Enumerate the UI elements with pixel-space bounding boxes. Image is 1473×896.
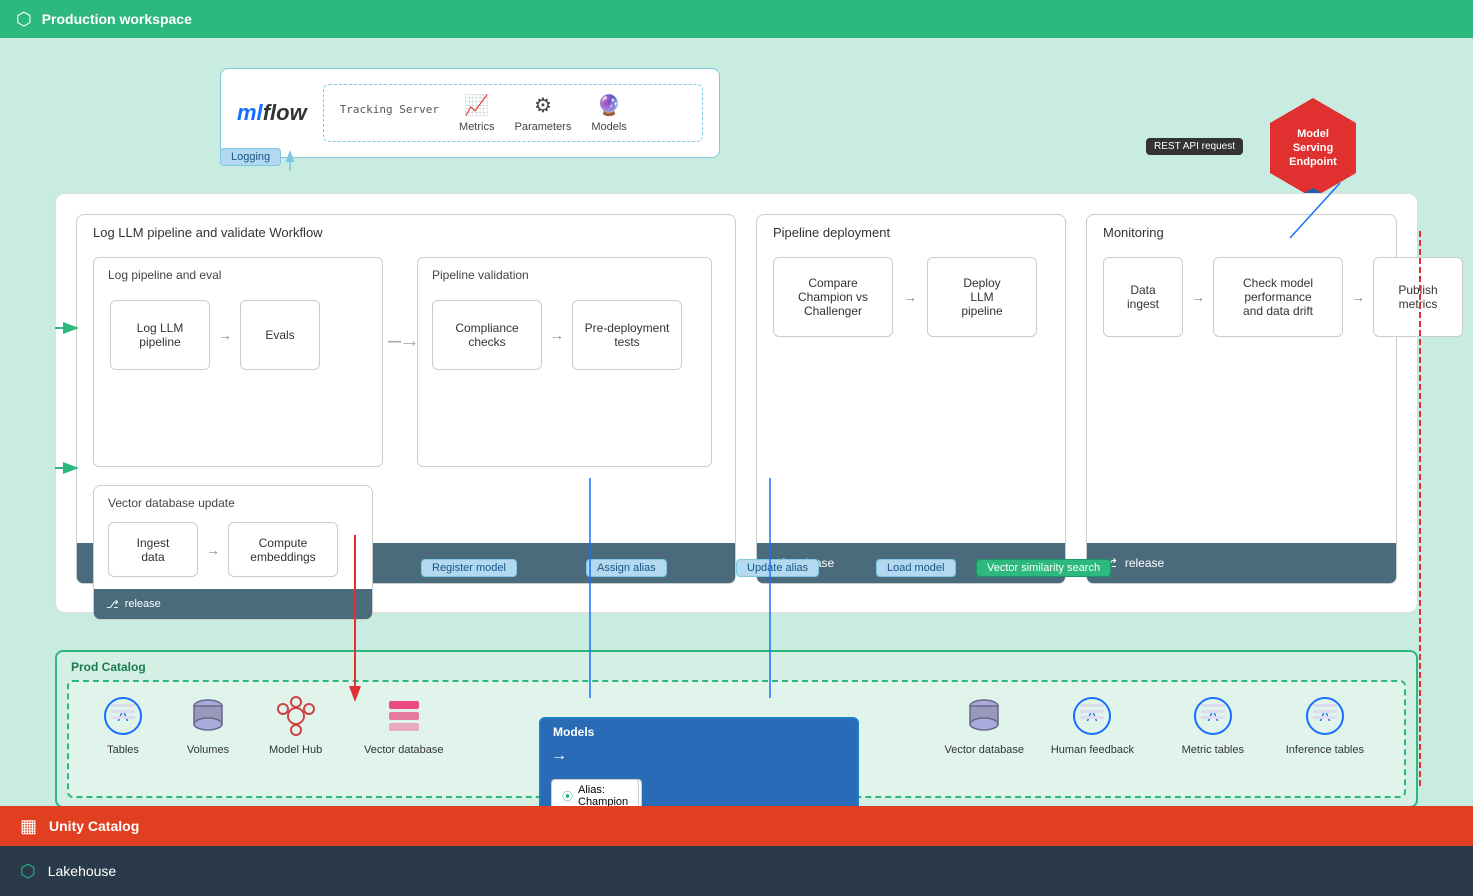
tables-icon: A bbox=[99, 692, 147, 740]
deploy-title: Pipeline deployment bbox=[773, 225, 890, 240]
ingest-data-step: Ingest data bbox=[108, 522, 198, 577]
workspace-icon: ⬡ bbox=[16, 9, 32, 30]
log-pipeline-title: Log pipeline and eval bbox=[108, 268, 221, 282]
compare-champion-step: Compare Champion vs Challenger bbox=[773, 257, 893, 337]
update-alias-badge: Update alias bbox=[736, 559, 819, 577]
mlflow-tracking-box: mlflow Tracking Server 📈 Metrics ⚙ Param… bbox=[220, 68, 720, 158]
vector-db-left-icon bbox=[380, 692, 428, 740]
metrics-item: 📈 Metrics bbox=[459, 93, 494, 133]
workflow-area: Log LLM pipeline and validate Workflow L… bbox=[55, 193, 1418, 613]
models-item: 🔮 Models bbox=[591, 93, 626, 133]
vector-db-right-icon bbox=[960, 692, 1008, 740]
models-catalog-box: Models ⦿ Alias: Challenger → ⦿ Alias: Ch… bbox=[539, 717, 859, 817]
vector-search-badge: Vector similarity search bbox=[976, 559, 1111, 577]
volumes-icon bbox=[184, 692, 232, 740]
logging-badge: Logging bbox=[220, 148, 281, 166]
tables-item: A Tables bbox=[99, 692, 147, 756]
compute-embeddings-step: Compute embeddings bbox=[228, 522, 338, 577]
evals-step: Evals bbox=[240, 300, 320, 370]
lakehouse-icon: ⬡ bbox=[20, 861, 36, 882]
alias-arrow: → bbox=[551, 747, 567, 765]
vector-db-section: Vector database update Ingest data → Com… bbox=[93, 485, 373, 620]
model-hub-item: Model Hub bbox=[269, 692, 322, 756]
human-feedback-item: A Human feedback bbox=[1051, 692, 1134, 756]
top-bar: ⬡ Production workspace bbox=[0, 0, 1473, 38]
arrow-5: → bbox=[1191, 289, 1205, 305]
monitor-release-bar: ⎇ release bbox=[1087, 543, 1396, 583]
main-area: mlflow Tracking Server 📈 Metrics ⚙ Param… bbox=[0, 38, 1473, 896]
assign-alias-badge: Assign alias bbox=[586, 559, 667, 577]
load-model-badge: Load model bbox=[876, 559, 956, 577]
vector-db-left-item: Vector database bbox=[364, 692, 444, 756]
lakehouse-bar: ⬡ Lakehouse bbox=[0, 846, 1473, 896]
models-catalog-title: Models bbox=[553, 725, 594, 739]
pipeline-validation-sub: Pipeline validation Compliance checks → … bbox=[417, 257, 712, 467]
rest-api-badge: REST API request bbox=[1146, 138, 1243, 155]
deploy-llm-step: Deploy LLM pipeline bbox=[927, 257, 1037, 337]
inference-tables-icon: A bbox=[1301, 692, 1349, 740]
inference-tables-item: A Inference tables bbox=[1286, 692, 1364, 756]
compliance-checks-step: Compliance checks bbox=[432, 300, 542, 370]
data-ingest-step: Data ingest bbox=[1103, 257, 1183, 337]
prod-catalog-title: Prod Catalog bbox=[71, 660, 146, 674]
vector-release-bar: ⎇ release bbox=[94, 589, 372, 619]
lakehouse-title: Lakehouse bbox=[48, 863, 117, 879]
dashed-arrow: - - - → bbox=[387, 330, 416, 353]
tracking-server-box: Tracking Server 📈 Metrics ⚙ Parameters 🔮… bbox=[323, 84, 703, 142]
arrow-2: → bbox=[550, 327, 564, 343]
parameters-item: ⚙ Parameters bbox=[514, 93, 571, 133]
pipeline-deploy-section: Pipeline deployment Compare Champion vs … bbox=[756, 214, 1066, 584]
model-serving-endpoint: Model Serving Endpoint bbox=[1263, 98, 1363, 198]
vector-db-right-item: Vector database bbox=[944, 692, 1024, 756]
pre-deployment-step: Pre-deployment tests bbox=[572, 300, 682, 370]
metric-tables-item: A Metric tables bbox=[1182, 692, 1244, 756]
workspace-title: Production workspace bbox=[42, 11, 192, 27]
check-model-step: Check model performance and data drift bbox=[1213, 257, 1343, 337]
register-model-badge: Register model bbox=[421, 559, 517, 577]
monitor-title: Monitoring bbox=[1103, 225, 1164, 240]
log-llm-pipeline-step: Log LLM pipeline bbox=[110, 300, 210, 370]
log-pipeline-sub: Log pipeline and eval Log LLM pipeline →… bbox=[93, 257, 383, 467]
log-llm-section: Log LLM pipeline and validate Workflow L… bbox=[76, 214, 736, 584]
unity-catalog-bar: ▦ Unity Catalog bbox=[0, 806, 1473, 846]
volumes-item: Volumes bbox=[184, 692, 232, 756]
human-feedback-icon: A bbox=[1068, 692, 1116, 740]
prod-catalog-inner: A Tables Volumes bbox=[67, 680, 1406, 798]
arrow-4: → bbox=[903, 289, 917, 305]
publish-metrics-step: Publish metrics bbox=[1373, 257, 1463, 337]
prod-catalog: Prod Catalog A Tables bbox=[55, 650, 1418, 808]
unity-catalog-icon: ▦ bbox=[20, 816, 37, 837]
arrow-3: → bbox=[206, 542, 220, 558]
vector-db-title: Vector database update bbox=[108, 496, 235, 510]
model-hub-icon bbox=[272, 692, 320, 740]
unity-catalog-title: Unity Catalog bbox=[49, 818, 139, 834]
arrow-1: → bbox=[218, 327, 232, 343]
monitoring-section: Monitoring Data ingest → Check model per… bbox=[1086, 214, 1397, 584]
arrow-6: → bbox=[1351, 289, 1365, 305]
pipeline-val-title: Pipeline validation bbox=[432, 268, 529, 282]
tracking-server-label: Tracking Server bbox=[340, 103, 439, 124]
mlflow-logo: mlflow bbox=[237, 100, 307, 126]
log-llm-title: Log LLM pipeline and validate Workflow bbox=[93, 225, 323, 240]
metric-tables-icon: A bbox=[1189, 692, 1237, 740]
